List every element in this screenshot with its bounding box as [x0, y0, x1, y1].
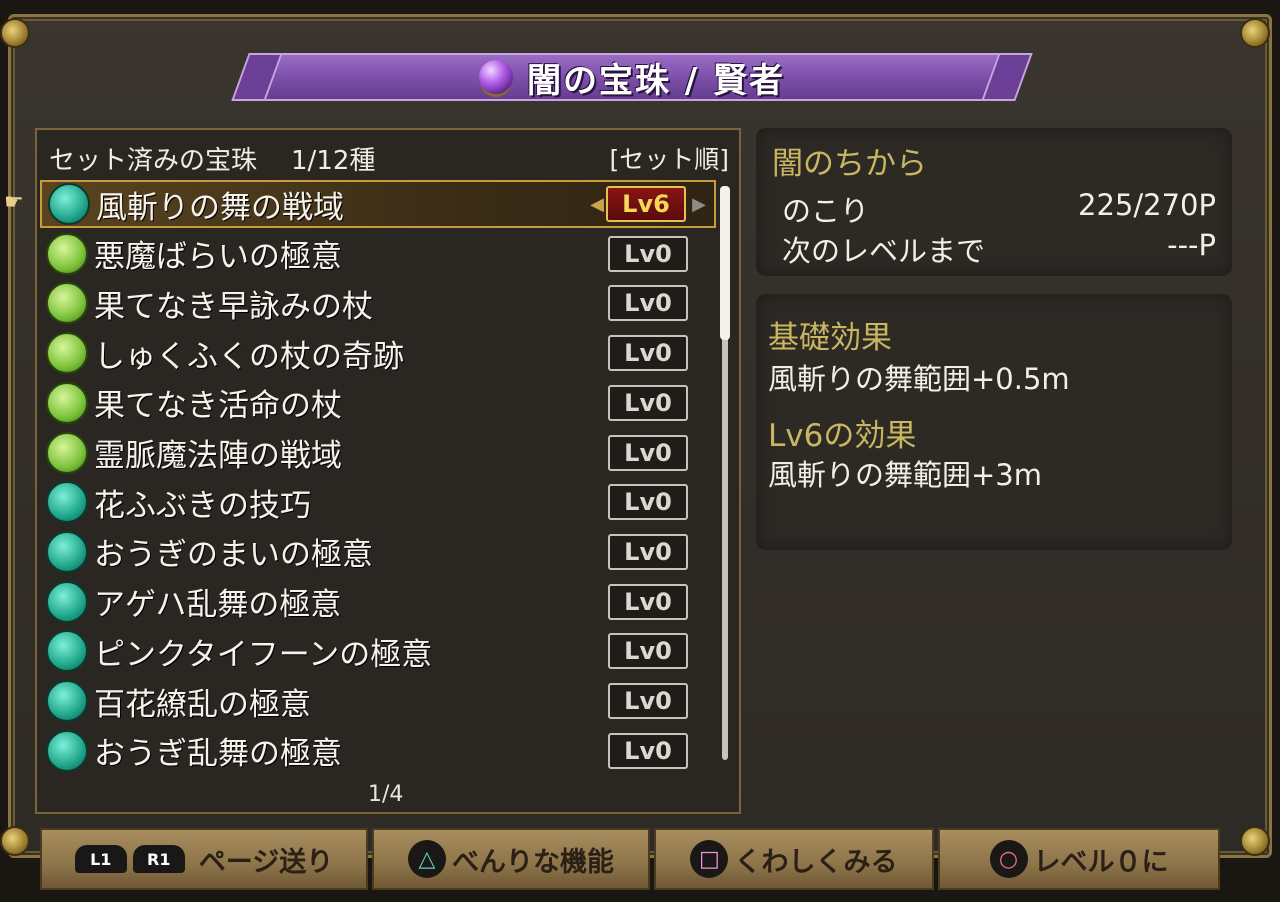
hand-cursor-icon: ☛	[4, 190, 24, 215]
circle-button-icon: ○	[989, 840, 1028, 878]
list-item-icon	[48, 183, 90, 225]
orb-list-item[interactable]: ピンクタイフーンの極意 Lv0	[40, 627, 716, 675]
frame-corner-ornament	[1240, 18, 1270, 48]
list-item-icon	[46, 232, 88, 275]
level-badge: Lv0	[608, 434, 688, 471]
sort-order-button[interactable]: [セット順]	[609, 140, 729, 176]
square-button-icon: □	[690, 840, 729, 878]
frame-corner-ornament	[0, 18, 30, 48]
frame-corner-ornament	[0, 826, 30, 856]
remaining-label: のこり	[782, 194, 870, 228]
level-badge: Lv0	[608, 533, 688, 570]
dark-orb-icon	[478, 60, 513, 94]
level-badge: Lv0	[608, 384, 688, 421]
page-turn-label: ページ送り	[198, 846, 334, 878]
level-badge: Lv0	[608, 335, 688, 372]
orb-list-item[interactable]: おうぎ乱舞の極意 Lv0	[40, 727, 716, 775]
title-banner: 闇の宝珠 / 賢者	[231, 53, 1033, 101]
list-item-icon	[46, 630, 88, 673]
level-effect-text: 風斬りの舞範囲+3m	[768, 458, 1042, 492]
orb-list-item[interactable]: しゅくふくの杖の奇跡 Lv0	[40, 329, 716, 377]
details-button[interactable]: □ くわしくみる	[654, 828, 934, 890]
next-level-label: 次のレベルまで	[782, 234, 986, 268]
level-badge: Lv0	[608, 583, 688, 620]
orb-list-item[interactable]: おうぎのまいの極意 Lv0	[40, 528, 716, 576]
effect-box: 基礎効果 風斬りの舞範囲+0.5m Lv6の効果 風斬りの舞範囲+3m	[756, 294, 1232, 550]
list-item-icon	[46, 580, 88, 623]
list-item-icon	[46, 431, 88, 474]
frame-corner-ornament	[1240, 826, 1270, 856]
level-badge: Lv0	[608, 732, 688, 769]
list-heading: セット済みの宝珠 1/12種	[49, 140, 375, 177]
next-level-value: ---P	[1167, 228, 1216, 262]
level-badge: Lv0	[608, 484, 688, 521]
level-badge[interactable]: Lv6	[606, 186, 686, 222]
page-indicator: 1/4	[368, 782, 404, 807]
orb-list-item[interactable]: 風斬りの舞の戦域 Lv6 ◀ ▶	[40, 180, 716, 228]
list-heading-label: セット済みの宝珠	[49, 146, 258, 176]
page-turn-button[interactable]: L1 R1 ページ送り	[40, 828, 368, 890]
level-badge: Lv0	[608, 235, 688, 272]
dark-power-heading: 闇のちから	[772, 146, 927, 182]
list-item-icon	[46, 481, 88, 524]
orb-list-item[interactable]: 百花繚乱の極意 Lv0	[40, 677, 716, 725]
level-badge: Lv0	[608, 285, 688, 322]
scrollbar-thumb[interactable]	[720, 186, 730, 340]
orb-list-item[interactable]: 霊脈魔法陣の戦域 Lv0	[40, 429, 716, 477]
reset-level-button[interactable]: ○ レベル０に	[938, 828, 1220, 890]
orb-list-item[interactable]: 果てなき早詠みの杖 Lv0	[40, 279, 716, 327]
orb-list-item[interactable]: 悪魔ばらいの極意 Lv0	[40, 230, 716, 278]
level-badge: Lv0	[608, 683, 688, 719]
list-item-icon	[46, 530, 88, 573]
base-effect-text: 風斬りの舞範囲+0.5m	[768, 362, 1070, 396]
list-item-icon	[46, 282, 88, 325]
level-increase-arrow-icon[interactable]: ▶	[692, 194, 706, 215]
orb-list-item[interactable]: 果てなき活命の杖 Lv0	[40, 379, 716, 427]
list-item-icon	[46, 332, 88, 375]
triangle-button-icon: △	[408, 840, 446, 878]
orb-list-item[interactable]: 花ふぶきの技巧 Lv0	[40, 478, 716, 526]
level-decrease-arrow-icon[interactable]: ◀	[590, 194, 604, 215]
list-item-icon	[46, 381, 88, 424]
base-effect-heading: 基礎効果	[768, 320, 892, 356]
list-item-icon	[46, 680, 88, 722]
l1-button-icon: L1	[74, 845, 127, 873]
details-label: くわしくみる	[734, 846, 898, 878]
remaining-value: 225/270P	[1078, 188, 1216, 222]
level-badge: Lv0	[608, 633, 688, 670]
page-title: 闇の宝珠 / 賢者	[526, 60, 786, 101]
level-effect-heading: Lv6の効果	[768, 418, 917, 454]
list-item-icon	[46, 729, 88, 772]
dark-power-box: 闇のちから のこり 225/270P 次のレベルまで ---P	[756, 128, 1232, 276]
set-count: 1/12種	[291, 146, 376, 176]
r1-button-icon: R1	[132, 845, 185, 873]
convenient-functions-button[interactable]: △ べんりな機能	[372, 828, 650, 890]
orb-list-item[interactable]: アゲハ乱舞の極意 Lv0	[40, 578, 716, 626]
convenient-functions-label: べんりな機能	[452, 846, 614, 878]
reset-level-label: レベル０に	[1033, 846, 1169, 878]
